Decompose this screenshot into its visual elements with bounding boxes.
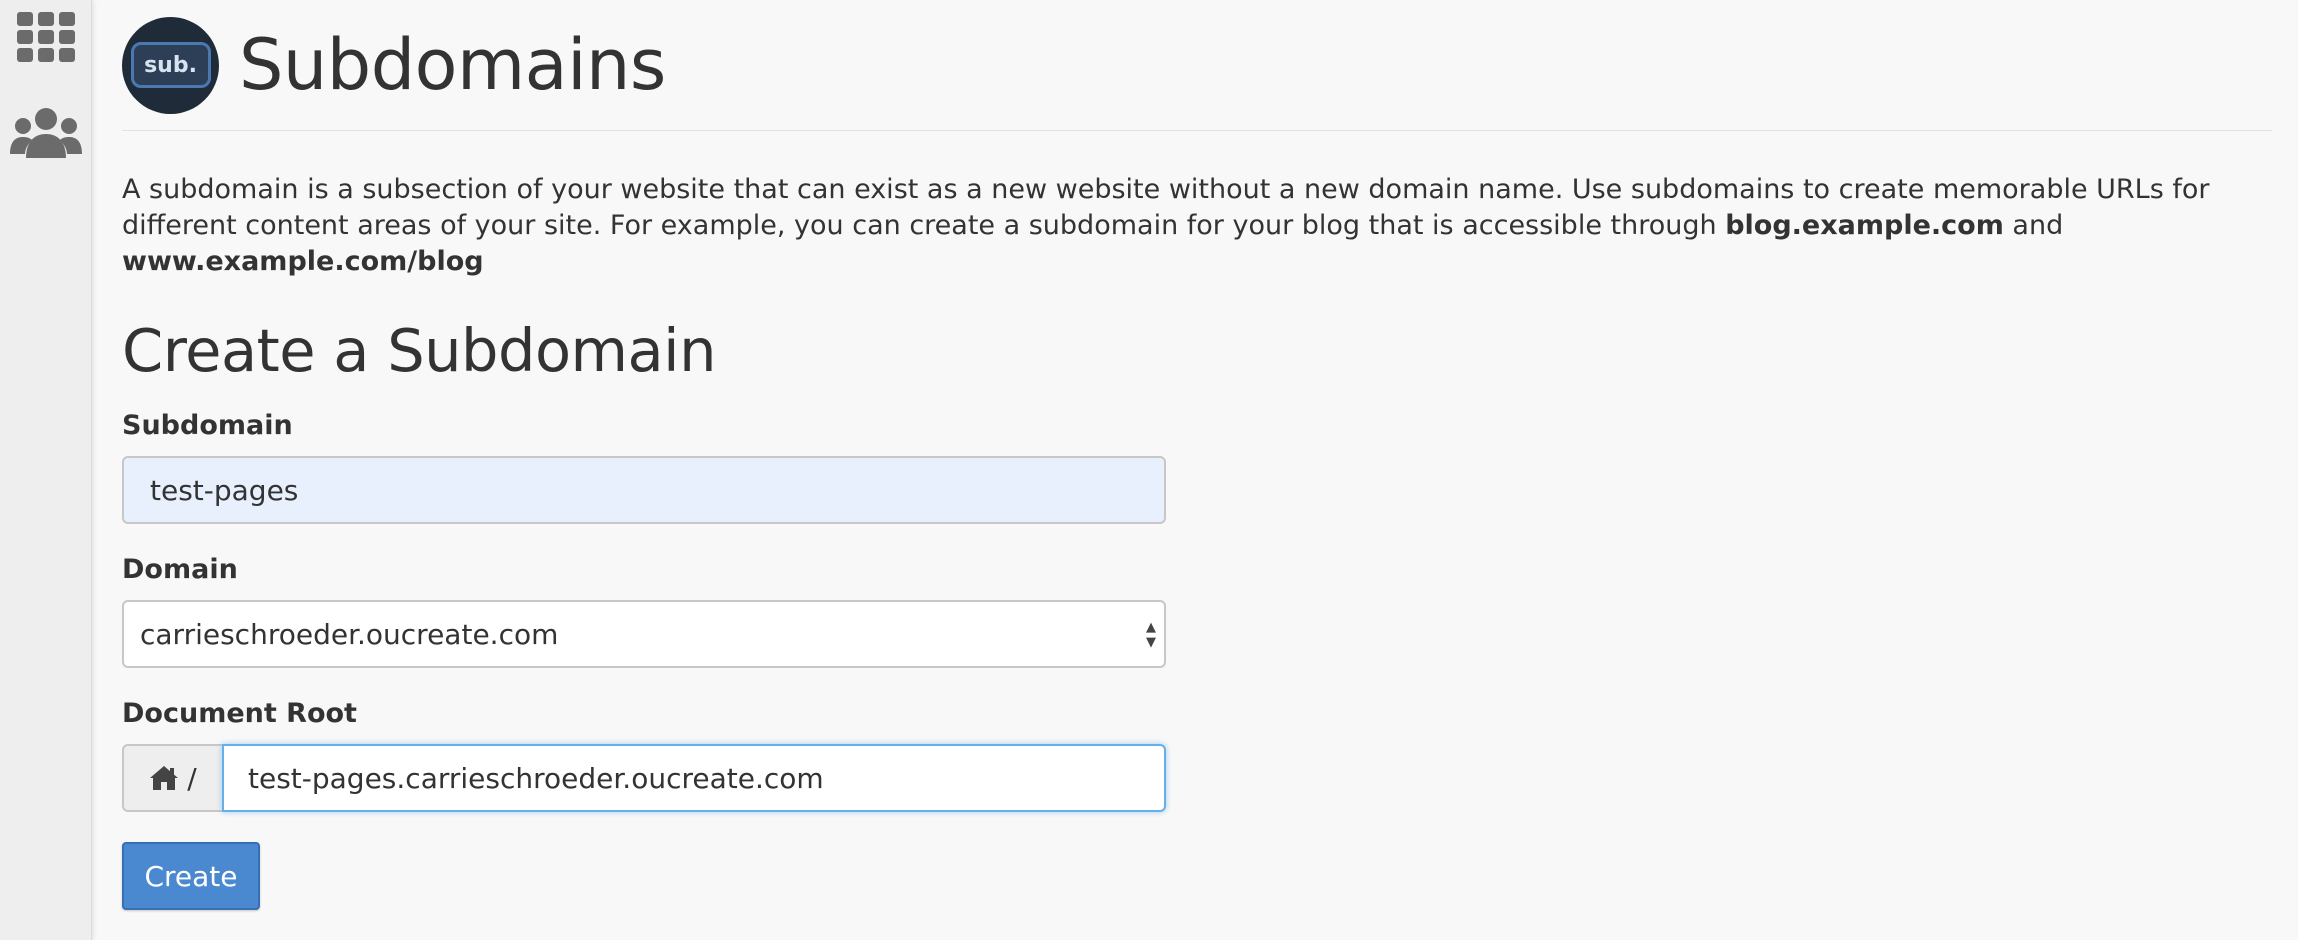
apps-grid-icon[interactable]: [0, 12, 92, 62]
subdomain-input-value: test-pages: [150, 473, 299, 507]
domain-label: Domain: [122, 554, 238, 585]
select-arrows-icon: ▲ ▼: [1146, 620, 1156, 650]
subdomains-logo-icon: sub.: [122, 16, 219, 114]
sidebar: [0, 0, 92, 940]
page-title: Subdomains: [239, 24, 666, 106]
home-icon: [150, 766, 179, 790]
main-content: sub. Subdomains A subdomain is a subsect…: [122, 0, 2272, 940]
page-description: A subdomain is a subsection of your webs…: [122, 172, 2262, 280]
create-button[interactable]: Create: [122, 842, 260, 910]
description-example-1: blog.example.com: [1725, 210, 2004, 241]
subdomain-label: Subdomain: [122, 410, 293, 441]
header-divider: [122, 130, 2272, 131]
subdomain-input[interactable]: test-pages: [122, 456, 1166, 524]
users-icon[interactable]: [0, 106, 92, 160]
document-root-label: Document Root: [122, 698, 357, 729]
page-header: sub. Subdomains: [122, 15, 666, 115]
document-root-slash: /: [187, 761, 197, 795]
domain-select-value: carrieschroeder.oucreate.com: [140, 617, 559, 651]
document-root-input[interactable]: test-pages.carrieschroeder.oucreate.com: [222, 744, 1166, 812]
section-title: Create a Subdomain: [122, 316, 716, 385]
domain-select[interactable]: carrieschroeder.oucreate.com ▲ ▼: [122, 600, 1166, 668]
document-root-prefix: /: [122, 744, 222, 812]
description-text-2: and: [2003, 210, 2064, 241]
document-root-input-value: test-pages.carrieschroeder.oucreate.com: [248, 761, 824, 795]
description-example-2: www.example.com/blog: [122, 246, 484, 277]
document-root-group: / test-pages.carrieschroeder.oucreate.co…: [122, 744, 1166, 812]
logo-text: sub.: [130, 42, 211, 88]
